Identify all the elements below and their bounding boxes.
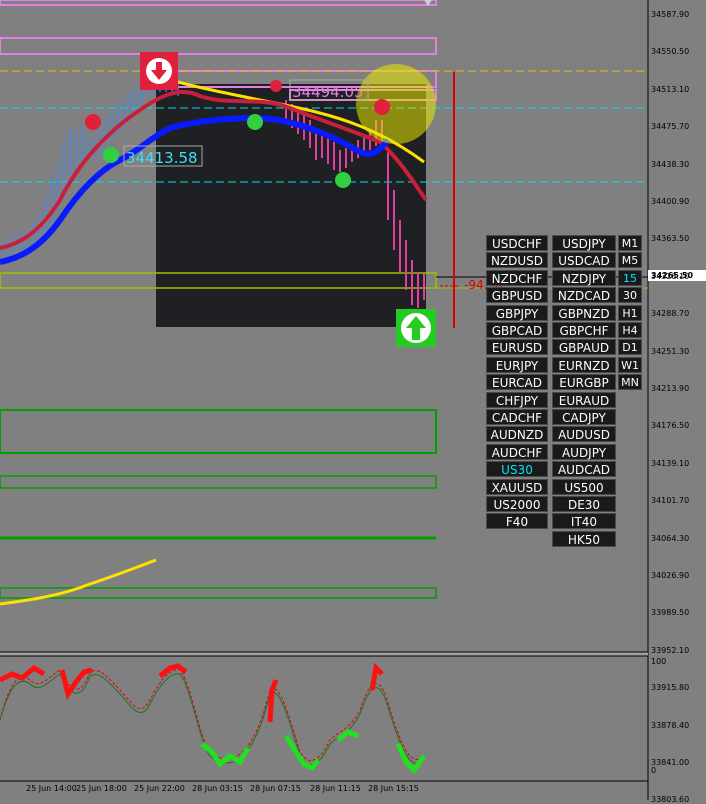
price-tick-label: 34213.90 <box>651 384 690 393</box>
symbol-button-nzdjpy[interactable]: NZDJPY <box>552 269 616 286</box>
symbol-button-usdcad[interactable]: USDCAD <box>552 252 616 269</box>
indicator-max-label: 100 <box>651 657 667 666</box>
time-tick-label: 25 Jun 22:00 <box>134 784 185 793</box>
symbol-button-usdchf[interactable]: USDCHF <box>486 235 548 251</box>
symbol-button-gbpusd[interactable]: GBPUSD <box>486 287 548 304</box>
symbol-button-gbpaud[interactable]: GBPAUD <box>552 339 616 356</box>
symbol-button-nzdcad[interactable]: NZDCAD <box>552 287 616 304</box>
timeframe-button-m1[interactable]: M1 <box>618 235 642 251</box>
symbol-button-audnzd[interactable]: AUDNZD <box>486 426 548 443</box>
symbol-button-eurnzd[interactable]: EURNZD <box>552 356 616 373</box>
left-price-label: 34413.58 <box>126 149 198 167</box>
symbol-button-gbpnzd[interactable]: GBPNZD <box>552 304 616 321</box>
symbol-button-audchf[interactable]: AUDCHF <box>486 443 548 460</box>
symbol-button-eurusd[interactable]: EURUSD <box>486 339 548 356</box>
price-tick-label: 34101.70 <box>651 496 690 506</box>
price-tick-label: 34363.50 <box>651 234 690 244</box>
timeframe-button-m5[interactable]: M5 <box>618 252 642 269</box>
sell-dot <box>85 114 101 130</box>
price-tick-label: 34513.10 <box>651 84 690 94</box>
price-tick-label: 34176.50 <box>651 421 690 431</box>
symbol-button-nzdchf[interactable]: NZDCHF <box>486 269 548 286</box>
time-tick-label: 25 Jun 18:00 <box>76 784 127 793</box>
symbol-button-hk50[interactable]: HK50 <box>552 530 616 547</box>
timeframe-button-mn[interactable]: MN <box>618 374 642 391</box>
current-price-label: 34265.50 <box>651 271 694 280</box>
price-tick-label: 33878.40 <box>651 720 690 730</box>
buy-dot <box>335 172 351 188</box>
buy-dot <box>103 147 119 163</box>
symbol-button-nzdusd[interactable]: NZDUSD <box>486 252 548 269</box>
symbol-button-audcad[interactable]: AUDCAD <box>552 461 616 478</box>
top-price-label: 34494.05 <box>292 83 364 101</box>
symbol-button-us2000[interactable]: US2000 <box>486 496 548 512</box>
symbol-button-us30[interactable]: US30 <box>486 461 548 478</box>
highlight-circle <box>356 64 436 144</box>
price-tick-label: 33952.10 <box>651 645 690 655</box>
price-tick-label: 34288.70 <box>651 309 690 319</box>
time-tick-label: 28 Jun 03:15 <box>192 784 243 793</box>
symbol-button-audjpy[interactable]: AUDJPY <box>552 443 616 460</box>
timeframe-button-h1[interactable]: H1 <box>618 304 642 321</box>
timeframe-button-d1[interactable]: D1 <box>618 339 642 356</box>
time-tick-label: 28 Jun 15:15 <box>368 784 419 793</box>
symbol-button-eurjpy[interactable]: EURJPY <box>486 356 548 373</box>
symbol-button-us500[interactable]: US500 <box>552 478 616 495</box>
timeframe-button-30[interactable]: 30 <box>618 287 642 304</box>
price-tick-label: 34251.30 <box>651 346 690 356</box>
symbol-button-euraud[interactable]: EURAUD <box>552 391 616 408</box>
time-tick-label: 28 Jun 07:15 <box>250 784 301 793</box>
price-tick-label: 34438.30 <box>651 159 690 169</box>
timeframe-button-15[interactable]: 15 <box>618 269 642 286</box>
symbol-button-cadjpy[interactable]: CADJPY <box>552 409 616 425</box>
time-tick-label: 28 Jun 11:15 <box>310 784 361 793</box>
symbol-button-eurcad[interactable]: EURCAD <box>486 374 548 391</box>
price-tick-label: 33915.80 <box>651 683 690 693</box>
symbol-button-gbpcad[interactable]: GBPCAD <box>486 322 548 338</box>
time-tick-label: 25 Jun 14:00 <box>26 784 77 793</box>
timeframe-button-h4[interactable]: H4 <box>618 322 642 338</box>
price-tick-label: 34026.90 <box>651 571 690 580</box>
symbol-button-audusd[interactable]: AUDUSD <box>552 426 616 443</box>
price-tick-label: 33989.50 <box>651 608 690 618</box>
symbol-button-usdjpy[interactable]: USDJPY <box>552 235 616 251</box>
symbol-button-chfjpy[interactable]: CHFJPY <box>486 391 548 408</box>
price-tick-label: 34550.50 <box>651 47 690 57</box>
price-tick-label: 34475.70 <box>651 122 690 132</box>
price-tick-label: 34400.90 <box>651 197 690 206</box>
buy-dot <box>247 114 263 130</box>
symbol-button-gbpchf[interactable]: GBPCHF <box>552 322 616 338</box>
symbol-button-xauusd[interactable]: XAUUSD <box>486 478 548 495</box>
symbol-button-it40[interactable]: IT40 <box>552 513 616 530</box>
symbol-button-de30[interactable]: DE30 <box>552 496 616 512</box>
price-tick-label: 34587.90 <box>651 10 690 19</box>
price-tick-label: 34064.30 <box>651 533 690 543</box>
symbol-button-eurgbp[interactable]: EURGBP <box>552 374 616 391</box>
sell-dot <box>270 80 282 92</box>
sell-dot <box>374 99 390 115</box>
timeframe-button-w1[interactable]: W1 <box>618 356 642 373</box>
symbol-button-f40[interactable]: F40 <box>486 513 548 530</box>
symbol-button-cadchf[interactable]: CADCHF <box>486 409 548 425</box>
price-tick-label: 33841.00 <box>651 758 690 767</box>
symbol-button-gbpjpy[interactable]: GBPJPY <box>486 304 548 321</box>
indicator-min-label: 0 <box>651 766 657 775</box>
price-tick-label: 34139.10 <box>651 458 690 468</box>
